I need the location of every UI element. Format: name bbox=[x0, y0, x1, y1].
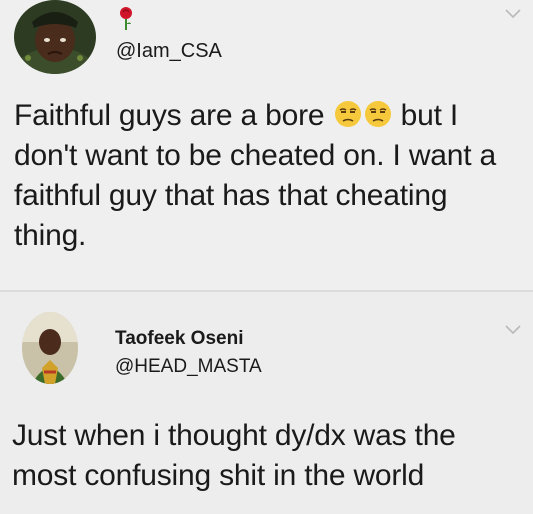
unamused-face-icon bbox=[364, 101, 391, 127]
tweet-text: Faithful guys are a bore but I don't wan… bbox=[14, 96, 524, 256]
rose-icon bbox=[120, 7, 132, 30]
tweet-card[interactable]: Taofeek Oseni @HEAD_MASTA Just when i th… bbox=[0, 292, 533, 514]
tweet-handle[interactable]: @Iam_CSA bbox=[116, 40, 222, 63]
tweet-text: Just when i thought dy/dx was the most c… bbox=[12, 419, 456, 492]
chevron-down-icon[interactable] bbox=[504, 8, 522, 20]
unamused-face-icon bbox=[334, 101, 361, 127]
tweet-card[interactable]: @Iam_CSA Faithful guys are a bore but I … bbox=[0, 0, 533, 290]
tweet-text-part-a: Faithful guys are a bore bbox=[14, 99, 333, 132]
display-name[interactable]: Taofeek Oseni bbox=[115, 328, 243, 350]
tweet-handle[interactable]: @HEAD_MASTA bbox=[115, 356, 262, 378]
avatar[interactable] bbox=[22, 312, 78, 384]
avatar[interactable] bbox=[14, 0, 96, 74]
chevron-down-icon[interactable] bbox=[504, 324, 522, 336]
